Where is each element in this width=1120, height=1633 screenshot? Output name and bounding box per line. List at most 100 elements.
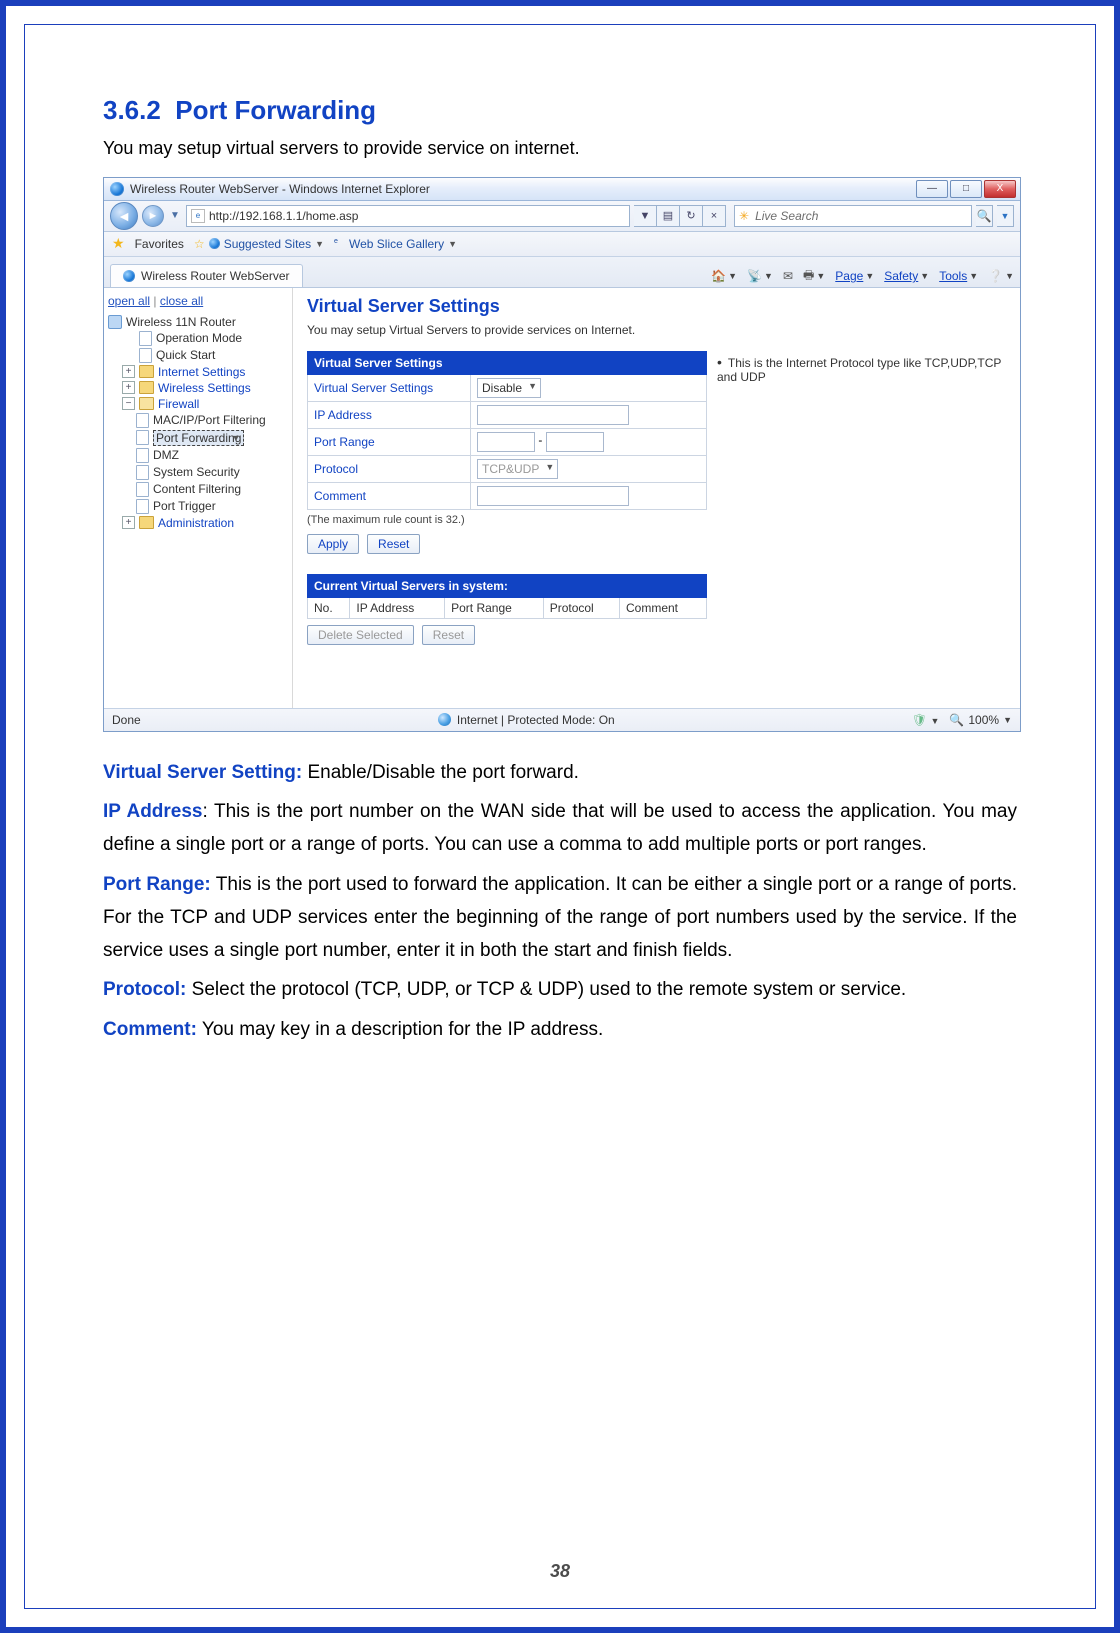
tree-root-label: Wireless 11N Router <box>126 315 236 329</box>
web-slice-link[interactable]: e Web Slice Gallery ▼ <box>334 237 457 251</box>
row-label-ip: IP Address <box>308 401 471 428</box>
col-proto: Protocol <box>543 597 619 618</box>
ip-address-input[interactable] <box>477 405 629 425</box>
open-all-link[interactable]: open all <box>108 294 150 308</box>
expand-icon[interactable]: + <box>122 516 135 529</box>
maximize-button[interactable]: □ <box>950 180 982 198</box>
zoom-control[interactable]: 🔍 100% ▼ <box>949 713 1012 727</box>
tree-item-port-forwarding[interactable]: Port Forwarding <box>153 430 244 446</box>
live-search-icon: ✳ <box>739 209 749 223</box>
home-button[interactable]: 🏠 ▼ <box>711 269 737 283</box>
folder-icon <box>139 516 154 529</box>
term-port: Port Range: <box>103 874 211 895</box>
nav-history-dropdown[interactable]: ▼ <box>168 210 182 221</box>
tree-item-wireless-settings[interactable]: + Wireless Settings <box>108 380 288 396</box>
intro-line: You may setup virtual servers to provide… <box>103 134 1017 163</box>
search-field[interactable]: ✳ Live Search <box>734 205 972 227</box>
status-done: Done <box>112 713 141 727</box>
tree-item-port-trigger[interactable]: Port Trigger <box>108 498 288 515</box>
nav-tree: Wireless 11N Router Operation Mode Quick… <box>108 314 288 531</box>
comment-input[interactable] <box>477 486 629 506</box>
tree-item-quick-start[interactable]: Quick Start <box>108 347 288 364</box>
text-port: This is the port used to forward the app… <box>103 874 1017 962</box>
reset-list-button[interactable]: Reset <box>422 625 475 645</box>
tree-item-dmz[interactable]: DMZ <box>108 447 288 464</box>
row-label-vss: Virtual Server Settings <box>308 374 471 401</box>
suggested-sites-link[interactable]: ☆ Suggested Sites ▼ <box>194 237 324 251</box>
tab-active[interactable]: Wireless Router WebServer <box>110 264 303 287</box>
nav-forward-button[interactable]: ► <box>142 205 164 227</box>
reset-button[interactable]: Reset <box>367 534 420 554</box>
port-range-separator: - <box>538 433 542 447</box>
row-label-comment: Comment <box>308 482 471 509</box>
safety-menu[interactable]: Safety ▼ <box>884 269 929 283</box>
apply-button[interactable]: Apply <box>307 534 359 554</box>
close-all-link[interactable]: close all <box>160 294 203 308</box>
page-subtitle: You may setup Virtual Servers to provide… <box>307 323 707 337</box>
url-dropdown-button[interactable]: ▼ <box>634 205 657 227</box>
current-servers-table: Current Virtual Servers in system: No. I… <box>307 574 707 619</box>
tree-item-internet-settings[interactable]: + Internet Settings <box>108 364 288 380</box>
minimize-button[interactable]: — <box>916 180 948 198</box>
print-button[interactable]: 🖶 ▼ <box>803 266 825 287</box>
delete-selected-button[interactable]: Delete Selected <box>307 625 414 645</box>
tree-root[interactable]: Wireless 11N Router <box>108 314 288 330</box>
search-dropdown-button[interactable]: ▼ <box>997 205 1014 227</box>
tree-item-content-filtering[interactable]: Content Filtering <box>108 481 288 498</box>
search-placeholder: Live Search <box>755 209 818 223</box>
compat-view-button[interactable]: ▤ <box>657 205 680 227</box>
page-number: 38 <box>25 1561 1095 1582</box>
page-menu[interactable]: Page ▼ <box>835 269 874 283</box>
port-range-end-input[interactable] <box>546 432 604 452</box>
expand-icon[interactable]: + <box>122 365 135 378</box>
favorites-bar: ★ Favorites ☆ Suggested Sites ▼ e Web Sl… <box>104 232 1020 257</box>
text-vss: Enable/Disable the port forward. <box>302 762 579 783</box>
page-icon <box>136 448 149 463</box>
internet-zone-icon <box>438 713 451 726</box>
expand-icon[interactable]: + <box>122 381 135 394</box>
browser-window: Wireless Router WebServer - Windows Inte… <box>103 177 1021 732</box>
vss-select[interactable]: Disable <box>477 378 541 398</box>
tab-row: Wireless Router WebServer 🏠 ▼ 📡 ▼ ✉ 🖶 ▼ … <box>104 257 1020 288</box>
row-input-port: - <box>471 428 707 455</box>
protocol-select[interactable]: TCP&UDP <box>477 459 558 479</box>
status-bar: Done Internet | Protected Mode: On 🛡 ▼ 🔍… <box>104 708 1020 731</box>
feeds-button[interactable]: 📡 ▼ <box>747 269 773 283</box>
tree-item-operation-mode[interactable]: Operation Mode <box>108 330 288 347</box>
page-icon <box>136 482 149 497</box>
close-button[interactable]: X <box>984 180 1016 198</box>
search-go-button[interactable]: 🔍 <box>976 205 993 227</box>
page-icon <box>139 348 152 363</box>
help-button[interactable]: ❔▼ <box>988 269 1014 283</box>
tree-controls: open all | close all <box>108 294 288 308</box>
col-ip: IP Address <box>350 597 445 618</box>
tree-label: DMZ <box>153 448 179 462</box>
favorites-star-icon[interactable]: ★ <box>112 235 125 252</box>
tree-label: Firewall <box>158 397 199 411</box>
collapse-icon[interactable]: − <box>122 397 135 410</box>
page-icon <box>136 499 149 514</box>
tree-label: Internet Settings <box>158 365 245 379</box>
section-heading: 3.6.2 Port Forwarding <box>103 95 1017 126</box>
tree-item-firewall[interactable]: − Firewall <box>108 396 288 412</box>
folder-open-icon <box>139 397 154 410</box>
col-no: No. <box>308 597 350 618</box>
list-buttons: Delete Selected Reset <box>307 625 707 645</box>
url-field[interactable]: e http://192.168.1.1/home.asp <box>186 205 630 227</box>
read-mail-button[interactable]: ✉ <box>783 269 793 283</box>
port-range-start-input[interactable] <box>477 432 535 452</box>
tree-item-macip-filter[interactable]: MAC/IP/Port Filtering <box>108 412 288 429</box>
nav-back-button[interactable]: ◄ <box>110 202 138 230</box>
page-icon <box>136 413 149 428</box>
row-label-port: Port Range <box>308 428 471 455</box>
stop-button[interactable]: × <box>703 205 726 227</box>
tree-label: System Security <box>153 465 240 479</box>
suggested-ie-icon <box>209 238 220 249</box>
favorites-label[interactable]: Favorites <box>135 237 184 251</box>
tree-label: Content Filtering <box>153 482 241 496</box>
tree-item-administration[interactable]: + Administration <box>108 515 288 531</box>
refresh-button[interactable]: ↻ <box>680 205 703 227</box>
tree-item-system-security[interactable]: System Security <box>108 464 288 481</box>
tools-menu[interactable]: Tools ▼ <box>939 269 978 283</box>
protected-mode-icon[interactable]: 🛡 ▼ <box>912 713 940 727</box>
